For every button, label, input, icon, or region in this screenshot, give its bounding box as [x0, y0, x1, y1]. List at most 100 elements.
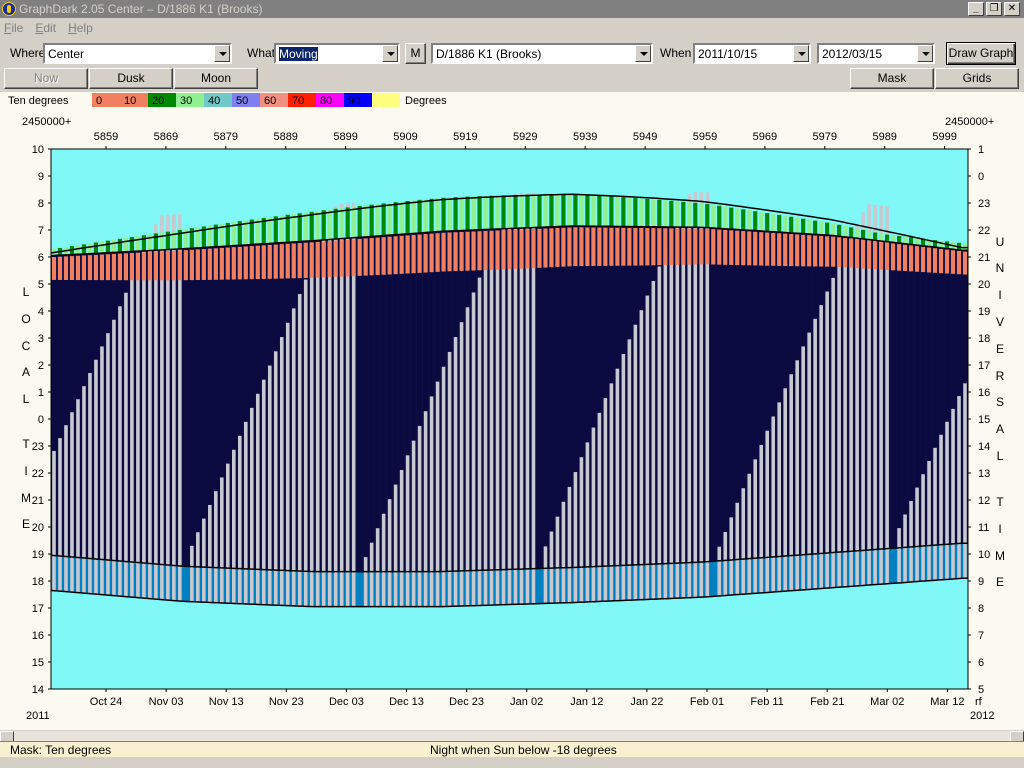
date-tick-label: Mar 02 — [870, 696, 904, 708]
moonlight-bar — [136, 265, 140, 598]
horizontal-scrollbar[interactable] — [0, 730, 1024, 742]
date-tick-label: Nov 13 — [209, 696, 244, 708]
moonlight-bar — [759, 445, 764, 594]
object-high-bar — [759, 212, 764, 231]
legend-swatch — [372, 93, 400, 107]
legend-unit: Degrees — [405, 95, 447, 107]
local-time-tick-label: 7 — [38, 225, 44, 237]
end-date-dropdown-arrow-icon[interactable] — [917, 45, 933, 62]
restore-button[interactable]: ❐ — [986, 2, 1002, 16]
object-high-bar — [567, 194, 572, 227]
moonlight-bar — [645, 295, 650, 600]
ut-tick-label: 12 — [978, 495, 990, 507]
object-high-bar — [837, 224, 842, 236]
object-high-bar — [687, 202, 692, 228]
local-time-tick-label: 21 — [32, 495, 44, 507]
menu-file[interactable]: File — [4, 21, 23, 35]
object-low-bar — [369, 237, 374, 276]
legend-label: 60 — [264, 95, 276, 107]
object-high-bar — [537, 194, 542, 228]
moonlight-bar — [735, 502, 740, 595]
object-low-bar — [63, 256, 69, 280]
moonlight-bar — [591, 427, 596, 602]
object-low-bar — [339, 240, 344, 277]
date-tick-label: Feb 11 — [750, 696, 783, 708]
mask-button[interactable]: Mask — [850, 68, 934, 89]
object-high-bar — [609, 196, 614, 227]
right-axis-letter: A — [996, 422, 1004, 436]
local-time-tick-label: 16 — [32, 630, 44, 642]
moonlight-bar — [945, 421, 949, 580]
object-low-bar — [513, 229, 518, 269]
object-high-bar — [855, 228, 860, 238]
object-low-bar — [747, 231, 752, 266]
ut-tick-label: 19 — [978, 306, 990, 318]
object-low-bar — [183, 250, 188, 281]
object-high-bar — [878, 233, 884, 241]
now-button[interactable]: Now — [4, 68, 88, 89]
object-low-bar — [201, 249, 206, 280]
object-low-bar — [399, 235, 404, 274]
right-axis-letter: I — [998, 522, 1001, 536]
ut-tick-label: 16 — [978, 387, 990, 399]
start-date-select[interactable]: 2011/10/15 — [693, 43, 811, 64]
object-low-bar — [225, 247, 230, 280]
object-high-bar — [717, 205, 722, 229]
menu-help[interactable]: Help — [68, 21, 93, 35]
object-high-bar — [483, 195, 488, 230]
object-low-bar — [525, 229, 530, 269]
object-dropdown-arrow-icon[interactable] — [635, 45, 651, 62]
object-high-bar — [657, 199, 662, 227]
object-high-bar — [399, 201, 404, 235]
close-button[interactable]: ✕ — [1004, 2, 1020, 16]
moonlight-bar — [124, 292, 128, 597]
object-low-bar — [93, 254, 99, 281]
what-dropdown-arrow-icon[interactable] — [382, 45, 398, 62]
where-dropdown-arrow-icon[interactable] — [214, 45, 230, 62]
dusk-button[interactable]: Dusk — [89, 68, 173, 89]
moonlight-bar — [273, 351, 278, 606]
start-date-dropdown-arrow-icon[interactable] — [793, 45, 809, 62]
object-high-bar — [651, 199, 656, 227]
object-high-bar — [417, 199, 422, 234]
object-low-bar — [393, 236, 398, 275]
left-axis-letter: E — [22, 517, 30, 531]
object-low-bar — [243, 246, 248, 280]
legend-title: Ten degrees — [8, 95, 69, 107]
object-low-bar — [831, 236, 836, 267]
moonlight-bar — [927, 460, 931, 581]
object-low-bar — [117, 253, 123, 281]
object-low-bar — [249, 246, 254, 280]
object-low-bar — [777, 233, 782, 266]
object-high-bar — [908, 237, 914, 245]
moonlight-bar — [903, 514, 907, 583]
object-high-bar — [291, 214, 296, 243]
object-low-bar — [507, 230, 512, 270]
chart-svg: 2450000+ 2450000+5859 5869 5879 5889 5899 5909… — [21, 116, 1005, 722]
moon-button[interactable]: Moon — [174, 68, 258, 89]
m-button[interactable]: M — [405, 43, 426, 64]
moonlight-bar — [202, 518, 206, 603]
twilight-bar — [710, 561, 717, 597]
object-high-bar — [411, 200, 416, 234]
object-high-bar — [861, 229, 866, 239]
draw-graph-button[interactable]: Draw Graph — [946, 42, 1016, 65]
grids-button[interactable]: Grids — [935, 68, 1019, 89]
moonlight-bar — [573, 472, 578, 603]
menu-edit[interactable]: Edit — [35, 21, 56, 35]
object-low-bar — [213, 248, 218, 280]
object-high-bar — [585, 195, 590, 227]
moonlight-bar — [777, 402, 782, 592]
object-high-bar — [801, 218, 806, 234]
ut-tick-label: 7 — [978, 630, 984, 642]
minimize-button[interactable]: _ — [968, 2, 984, 16]
twilight-bar — [536, 568, 543, 604]
status-bar: Mask: Ten degrees Night when Sun below -… — [0, 741, 1024, 757]
where-select[interactable]: Center — [43, 43, 232, 64]
object-high-bar — [309, 211, 314, 241]
moonlight-bar — [130, 279, 134, 597]
moonlight-bar — [933, 447, 937, 581]
object-select[interactable]: D/1886 K1 (Brooks) — [431, 43, 653, 64]
what-select[interactable]: Moving — [274, 43, 400, 64]
end-date-select[interactable]: 2012/03/15 — [817, 43, 935, 64]
